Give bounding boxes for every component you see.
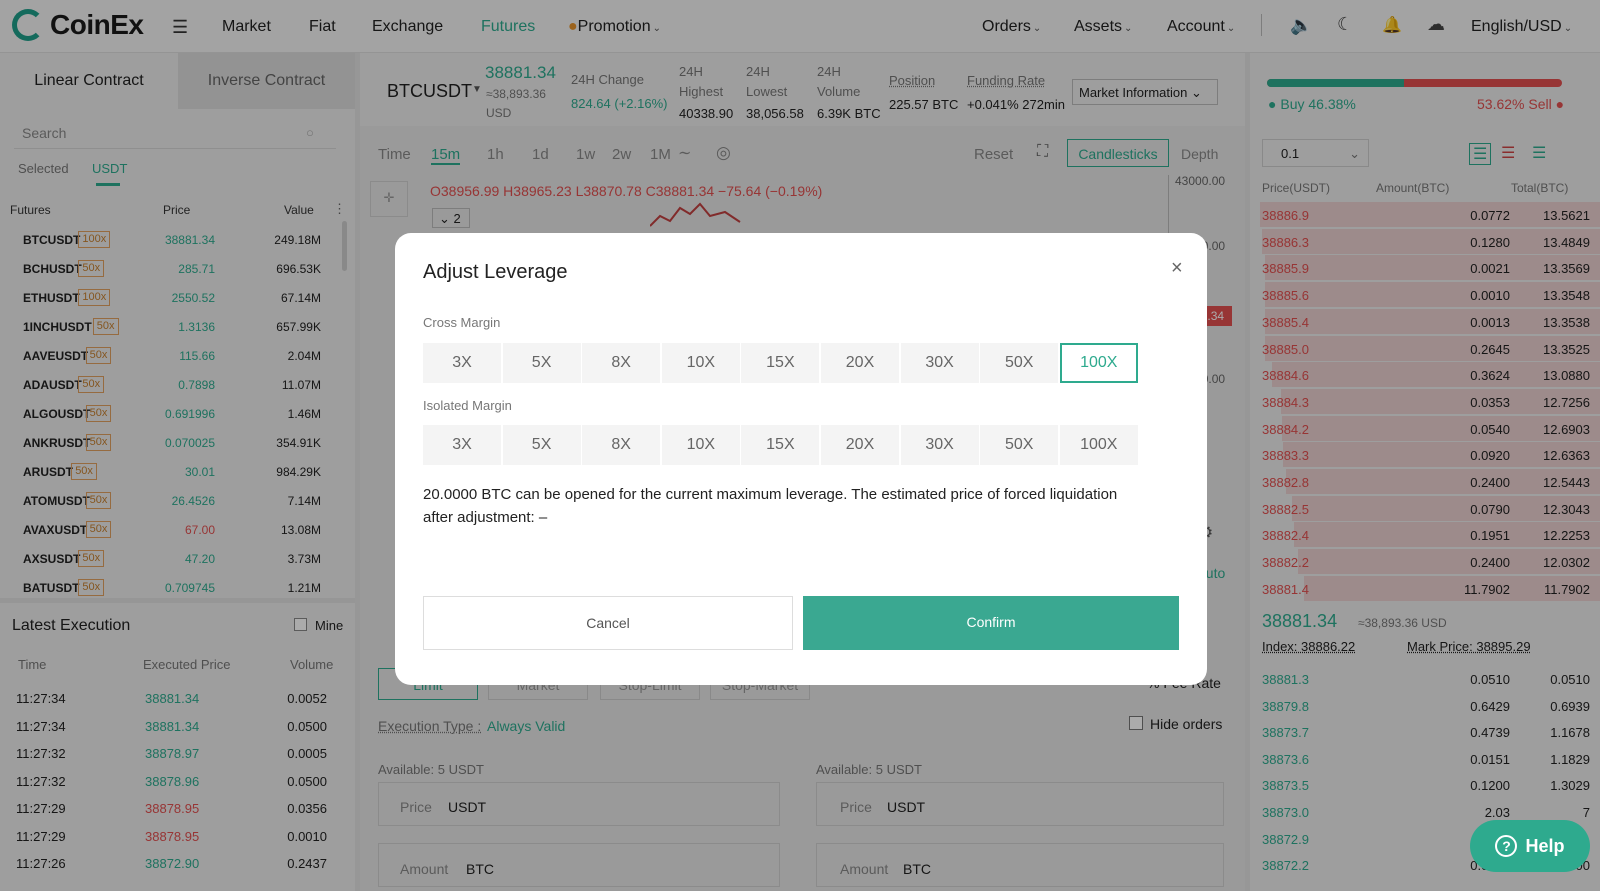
cross-option-15x[interactable]: 15X (741, 343, 820, 383)
isolated-option-10x[interactable]: 10X (661, 425, 740, 465)
close-icon[interactable]: × (1171, 257, 1183, 280)
isolated-option-20x[interactable]: 20X (821, 425, 899, 465)
cross-margin-label: Cross Margin (423, 315, 501, 330)
cross-option-3x[interactable]: 3X (423, 343, 501, 383)
help-label: Help (1525, 835, 1565, 856)
cross-option-20x[interactable]: 20X (821, 343, 899, 383)
page: CoinEx ☰ Market Fiat Exchange Futures ●P… (0, 0, 1600, 891)
cross-option-8x[interactable]: 8X (582, 343, 661, 383)
isolated-option-5x[interactable]: 5X (502, 425, 581, 465)
dialog-title: Adjust Leverage (423, 261, 568, 283)
isolated-option-30x[interactable]: 30X (900, 425, 979, 465)
confirm-button[interactable]: Confirm (803, 596, 1179, 650)
isolated-option-50x[interactable]: 50X (980, 425, 1059, 465)
cross-option-5x[interactable]: 5X (502, 343, 581, 383)
isolated-option-15x[interactable]: 15X (741, 425, 820, 465)
question-icon: ? (1495, 835, 1518, 857)
leverage-message: 20.0000 BTC can be opened for the curren… (423, 486, 1118, 526)
cross-option-100x[interactable]: 100X (1059, 343, 1138, 383)
isolated-margin-label: Isolated Margin (423, 398, 512, 413)
cancel-button[interactable]: Cancel (423, 596, 793, 650)
help-button[interactable]: ? Help (1470, 820, 1590, 872)
cross-option-10x[interactable]: 10X (661, 343, 740, 383)
cross-option-50x[interactable]: 50X (980, 343, 1059, 383)
isolated-option-100x[interactable]: 100X (1059, 425, 1138, 465)
isolated-option-8x[interactable]: 8X (582, 425, 661, 465)
cross-option-30x[interactable]: 30X (900, 343, 979, 383)
isolated-option-3x[interactable]: 3X (423, 425, 501, 465)
adjust-leverage-dialog: Adjust Leverage × Cross Margin 3X 5X 8X 10X… (395, 233, 1207, 685)
